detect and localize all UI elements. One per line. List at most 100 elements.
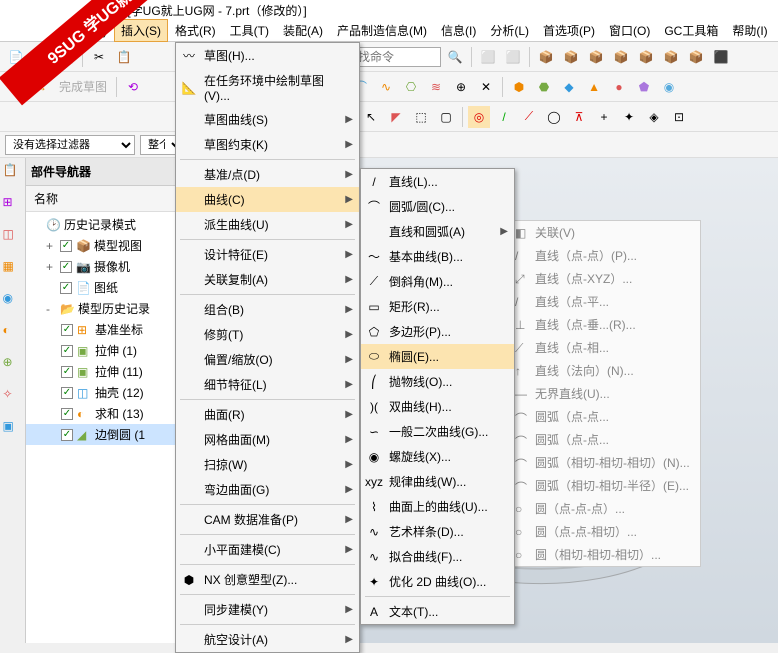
- menu-item[interactable]: ⌒圆弧/圆(C)...: [361, 194, 514, 219]
- box7-icon[interactable]: 📦: [685, 46, 707, 68]
- tree-item[interactable]: +✓📷摄像机: [26, 256, 185, 277]
- curve5-icon[interactable]: ⊕: [450, 76, 472, 98]
- menu-item[interactable]: ⬢NX 创意塑型(Z)...: [176, 567, 359, 592]
- menu-item[interactable]: 修剪(T)▶: [176, 322, 359, 347]
- nav-column[interactable]: 名称: [26, 186, 185, 212]
- cut-icon[interactable]: ✂: [88, 46, 110, 68]
- menu-item[interactable]: xyz规律曲线(W)...: [361, 469, 514, 494]
- p1-icon[interactable]: ↖: [360, 106, 382, 128]
- lb2-icon[interactable]: ◫: [3, 227, 23, 247]
- menu-item[interactable]: 草图曲线(S)▶: [176, 107, 359, 132]
- menu-item[interactable]: 关联复制(A)▶: [176, 267, 359, 292]
- menu-item[interactable]: ⌇曲面上的曲线(U)...: [361, 494, 514, 519]
- lb3-icon[interactable]: ▦: [3, 259, 23, 279]
- menu-item[interactable]: CAM 数据准备(P)▶: [176, 507, 359, 532]
- nav-icon[interactable]: 📋: [3, 163, 23, 183]
- menu-7[interactable]: 分析(L): [483, 19, 536, 42]
- cube2-icon[interactable]: ⬜: [502, 46, 524, 68]
- box3-icon[interactable]: 📦: [585, 46, 607, 68]
- solid2-icon[interactable]: ⬣: [533, 76, 555, 98]
- solid5-icon[interactable]: ●: [608, 76, 630, 98]
- lb4-icon[interactable]: ◉: [3, 291, 23, 311]
- p10-icon[interactable]: +: [593, 106, 615, 128]
- solid4-icon[interactable]: ▲: [583, 76, 605, 98]
- lb1-icon[interactable]: ⊞: [3, 195, 23, 215]
- menu-item[interactable]: 〜基本曲线(B)...: [361, 244, 514, 269]
- t2a-icon[interactable]: ⟲: [122, 76, 144, 98]
- menu-item[interactable]: ∿艺术样条(D)...: [361, 519, 514, 544]
- lb8-icon[interactable]: ▣: [3, 419, 23, 439]
- tree-item[interactable]: ✓📄图纸: [26, 277, 185, 298]
- menu-item[interactable]: ▭矩形(R)...: [361, 294, 514, 319]
- box4-icon[interactable]: 📦: [610, 46, 632, 68]
- box6-icon[interactable]: 📦: [660, 46, 682, 68]
- p4-icon[interactable]: ▢: [435, 106, 457, 128]
- solid7-icon[interactable]: ◉: [658, 76, 680, 98]
- menu-2[interactable]: 格式(R): [168, 19, 223, 42]
- menu-item[interactable]: 📐在任务环境中绘制草图(V)...: [176, 68, 359, 107]
- menu-item[interactable]: ⬠多边形(P)...: [361, 319, 514, 344]
- curve6-icon[interactable]: ✕: [475, 76, 497, 98]
- menu-item[interactable]: )(双曲线(H)...: [361, 394, 514, 419]
- tree-item[interactable]: ✓◫抽壳 (12): [26, 382, 185, 403]
- p2-icon[interactable]: ◤: [385, 106, 407, 128]
- menu-item[interactable]: ⬭椭圆(E)...: [361, 344, 514, 369]
- solid1-icon[interactable]: ⬢: [508, 76, 530, 98]
- menu-item[interactable]: 扫掠(W)▶: [176, 452, 359, 477]
- p3-icon[interactable]: ⬚: [410, 106, 432, 128]
- menu-item[interactable]: A文本(T)...: [361, 599, 514, 624]
- p8-icon[interactable]: ◯: [543, 106, 565, 128]
- p13-icon[interactable]: ⊡: [668, 106, 690, 128]
- menu-item[interactable]: ⟋倒斜角(M)...: [361, 269, 514, 294]
- p7-icon[interactable]: ⟋: [518, 106, 540, 128]
- tree-item[interactable]: ✓▣拉伸 (1): [26, 340, 185, 361]
- menu-item[interactable]: 组合(B)▶: [176, 297, 359, 322]
- tree-item[interactable]: ✓◢边倒圆 (1: [26, 424, 185, 445]
- menu-item[interactable]: 同步建模(Y)▶: [176, 597, 359, 622]
- menu-10[interactable]: GC工具箱: [657, 19, 725, 42]
- lb5-icon[interactable]: ◐: [3, 323, 23, 343]
- menu-item[interactable]: 〰草图(H)...: [176, 43, 359, 68]
- filter-select-1[interactable]: 没有选择过滤器: [5, 135, 135, 155]
- menu-item[interactable]: 草图约束(K)▶: [176, 132, 359, 157]
- solid3-icon[interactable]: ◆: [558, 76, 580, 98]
- menu-item[interactable]: 小平面建模(C)▶: [176, 537, 359, 562]
- menu-item[interactable]: ∿拟合曲线(F)...: [361, 544, 514, 569]
- curve2-icon[interactable]: ∿: [375, 76, 397, 98]
- menu-item[interactable]: 基准/点(D)▶: [176, 162, 359, 187]
- lb7-icon[interactable]: ✧: [3, 387, 23, 407]
- menu-item[interactable]: 派生曲线(U)▶: [176, 212, 359, 237]
- box8-icon[interactable]: ⬛: [710, 46, 732, 68]
- solid6-icon[interactable]: ⬟: [633, 76, 655, 98]
- menu-11[interactable]: 帮助(I): [725, 19, 774, 42]
- menu-item[interactable]: 航空设计(A)▶: [176, 627, 359, 652]
- box5-icon[interactable]: 📦: [635, 46, 657, 68]
- tree-item[interactable]: ✓⊞基准坐标: [26, 319, 185, 340]
- copy-icon[interactable]: 📋: [113, 46, 135, 68]
- menu-item[interactable]: ⎛抛物线(O)...: [361, 369, 514, 394]
- menu-9[interactable]: 窗口(O): [602, 19, 657, 42]
- menu-3[interactable]: 工具(T): [223, 19, 276, 42]
- tree-item[interactable]: ✓▣拉伸 (11): [26, 361, 185, 382]
- menu-4[interactable]: 装配(A): [276, 19, 330, 42]
- menu-5[interactable]: 产品制造信息(M): [330, 19, 434, 42]
- menu-item[interactable]: ◉螺旋线(X)...: [361, 444, 514, 469]
- p12-icon[interactable]: ◈: [643, 106, 665, 128]
- curve4-icon[interactable]: ≋: [425, 76, 447, 98]
- p6-icon[interactable]: /: [493, 106, 515, 128]
- menu-item[interactable]: 偏置/缩放(O)▶: [176, 347, 359, 372]
- menu-item[interactable]: 曲线(C)▶: [176, 187, 359, 212]
- menu-1[interactable]: 插入(S): [114, 19, 168, 42]
- menu-item[interactable]: 直线和圆弧(A)▶: [361, 219, 514, 244]
- curve3-icon[interactable]: ⎔: [400, 76, 422, 98]
- box1-icon[interactable]: 📦: [535, 46, 557, 68]
- tree-item[interactable]: +✓📦模型视图: [26, 235, 185, 256]
- menu-item[interactable]: 弯边曲面(G)▶: [176, 477, 359, 502]
- menu-item[interactable]: 曲面(R)▶: [176, 402, 359, 427]
- p5-icon[interactable]: ◎: [468, 106, 490, 128]
- box2-icon[interactable]: 📦: [560, 46, 582, 68]
- menu-item[interactable]: ✦优化 2D 曲线(O)...: [361, 569, 514, 594]
- search-icon[interactable]: 🔍: [444, 46, 466, 68]
- menu-item[interactable]: 网格曲面(M)▶: [176, 427, 359, 452]
- menu-item[interactable]: 设计特征(E)▶: [176, 242, 359, 267]
